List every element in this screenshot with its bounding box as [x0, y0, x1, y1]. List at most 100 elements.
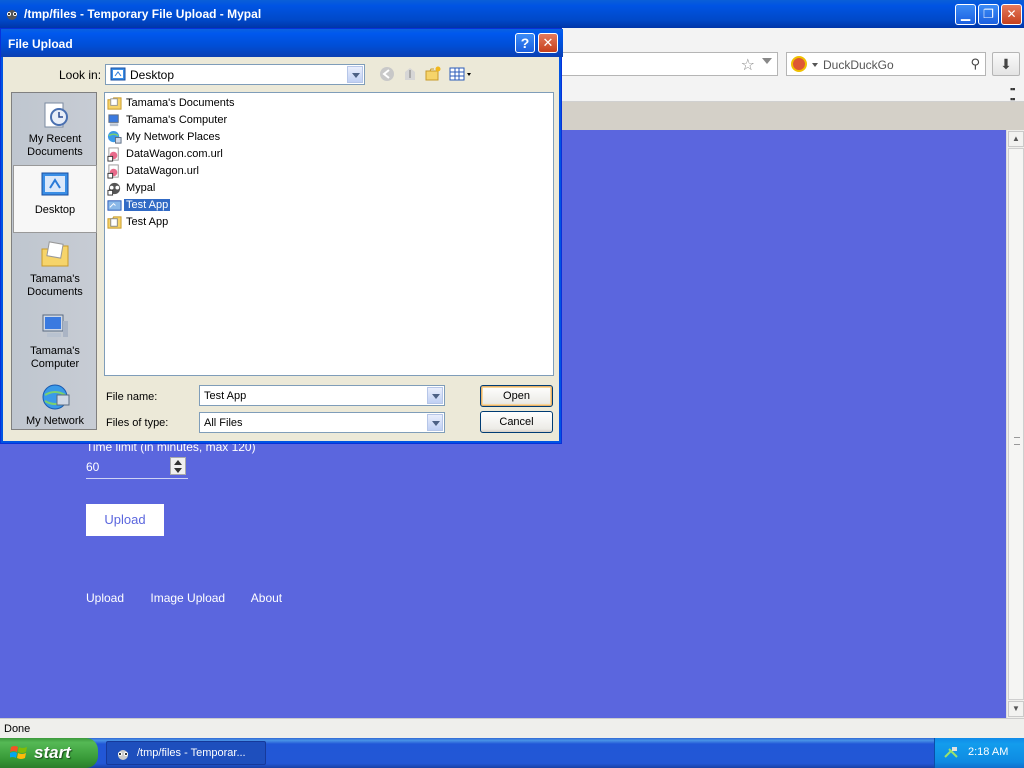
scroll-down-button[interactable]: ▼ [1008, 701, 1024, 717]
start-button[interactable]: start [0, 738, 98, 768]
chevron-down-icon[interactable] [427, 387, 443, 404]
spin-down-icon[interactable] [174, 468, 182, 473]
file-name: Tamama's Documents [126, 97, 235, 109]
file-name: DataWagon.com.url [126, 148, 223, 160]
file-type-dropdown[interactable]: All Files [199, 412, 445, 433]
spin-up-icon[interactable] [174, 460, 182, 465]
url-shortcut-icon [107, 147, 119, 162]
scroll-grip-icon [1014, 437, 1020, 445]
view-menu-icon[interactable] [449, 66, 473, 82]
time-limit-spinner[interactable] [170, 457, 186, 475]
recent-documents-icon [44, 102, 68, 128]
desktop-icon [110, 67, 126, 81]
downloads-button[interactable]: ⬇ [992, 52, 1020, 76]
file-name: Test App [124, 199, 171, 211]
start-label: start [34, 743, 71, 762]
duckduckgo-icon[interactable] [791, 56, 807, 72]
back-icon[interactable] [379, 66, 395, 82]
file-upload-dialog: File Upload ? ✕ Look in: Desktop My Rece… [0, 28, 563, 444]
desktop-icon [41, 172, 69, 196]
vertical-scrollbar[interactable]: ▲ ▼ [1006, 130, 1024, 718]
network-icon [42, 384, 70, 410]
file-name: Tamama's Computer [126, 114, 228, 126]
place-network[interactable]: My Network [13, 381, 97, 431]
taskbar: start /tmp/files - Temporar... 2:18 AM [0, 738, 1024, 768]
network-tray-icon[interactable] [943, 745, 959, 761]
open-button[interactable]: Open [480, 385, 553, 407]
dialog-close-button[interactable]: ✕ [538, 33, 558, 53]
computer-icon [108, 114, 119, 127]
scroll-thumb[interactable] [1008, 148, 1024, 700]
place-desktop[interactable]: Desktop [13, 165, 97, 233]
file-type-value: All Files [204, 417, 243, 429]
computer-icon [42, 314, 68, 337]
file-name: Mypal [126, 182, 156, 194]
mypal-app-icon [7, 10, 17, 20]
taskbar-item-label: /tmp/files - Temporar... [137, 747, 246, 759]
mypal-app-icon [118, 750, 128, 760]
search-icon[interactable]: ⚲ [970, 56, 980, 72]
look-in-label: Look in: [59, 68, 102, 82]
restore-button[interactable]: ❐ [978, 4, 999, 25]
time-limit-value[interactable]: 60 [86, 460, 99, 474]
chevron-down-icon[interactable] [427, 414, 443, 431]
places-bar: My Recent Documents Desktop Tamama's Doc… [11, 92, 97, 430]
taskbar-item-mypal[interactable]: /tmp/files - Temporar... [106, 741, 266, 765]
file-name: Test App [126, 216, 169, 228]
look-in-value: Desktop [130, 68, 175, 82]
search-input[interactable]: DuckDuckGo [823, 58, 894, 72]
folder-icon [107, 216, 122, 229]
nav-link-image-upload[interactable]: Image Upload [150, 591, 225, 605]
overflow-menu-icon[interactable]: ▪▪ ▪▪ [1010, 84, 1015, 104]
dialog-title-bar: File Upload ? ✕ [1, 29, 563, 57]
status-bar: Done [0, 718, 1024, 738]
browser-title: /tmp/files - Temporary File Upload - Myp… [24, 7, 262, 21]
place-documents[interactable]: Tamama's Documents [13, 239, 97, 303]
file-list[interactable]: Tamama's Documents Tamama's Computer My … [104, 92, 554, 376]
documents-folder-icon [41, 241, 69, 267]
close-window-button[interactable]: ✕ [1001, 4, 1022, 25]
place-recent-documents[interactable]: My Recent Documents [13, 99, 97, 163]
network-icon [107, 130, 122, 144]
chevron-down-icon[interactable] [347, 66, 363, 83]
url-shortcut-icon [107, 164, 119, 179]
windows-logo-icon [10, 746, 27, 759]
file-name: My Network Places [126, 131, 221, 143]
file-type-label: Files of type: [106, 417, 169, 429]
system-tray: 2:18 AM [934, 738, 1024, 768]
status-text: Done [4, 723, 31, 735]
look-in-dropdown[interactable]: Desktop [105, 64, 365, 85]
footer-nav: Upload Image Upload About [86, 591, 305, 605]
address-bar[interactable]: ☆ [560, 52, 778, 76]
place-label: My Recent Documents [27, 133, 83, 158]
search-engine-dropdown-icon[interactable] [812, 63, 818, 67]
history-dropdown-icon[interactable] [762, 58, 772, 64]
scroll-up-button[interactable]: ▲ [1008, 131, 1024, 147]
file-name-value[interactable]: Test App [204, 390, 246, 402]
file-name-label: File name: [106, 391, 158, 403]
folder-icon [107, 97, 122, 110]
place-label: My Network [25, 415, 85, 427]
place-label: Tamama's Computer [30, 345, 80, 370]
file-name-input[interactable]: Test App [199, 385, 445, 406]
place-label: Desktop [34, 204, 76, 216]
bookmark-star-icon[interactable]: ☆ [741, 55, 755, 75]
place-label: Tamama's Documents [27, 273, 83, 298]
minimize-button[interactable]: ▁ [955, 4, 976, 25]
dialog-title: File Upload [8, 37, 73, 51]
nav-link-about[interactable]: About [251, 591, 282, 605]
clock: 2:18 AM [968, 746, 1009, 758]
app-shortcut-icon [107, 182, 121, 196]
up-folder-icon[interactable] [402, 66, 418, 82]
browser-title-bar: /tmp/files - Temporary File Upload - Myp… [0, 0, 1024, 28]
cancel-button[interactable]: Cancel [480, 411, 553, 433]
shortcut-icon [107, 200, 122, 211]
time-limit-input[interactable]: 60 [86, 457, 188, 479]
upload-button[interactable]: Upload [86, 504, 164, 536]
new-folder-icon[interactable] [425, 66, 441, 82]
nav-link-upload[interactable]: Upload [86, 591, 124, 605]
search-bar[interactable]: DuckDuckGo ⚲ [786, 52, 986, 76]
file-name: DataWagon.url [126, 165, 199, 177]
place-computer[interactable]: Tamama's Computer [13, 311, 97, 375]
help-button[interactable]: ? [515, 33, 535, 53]
